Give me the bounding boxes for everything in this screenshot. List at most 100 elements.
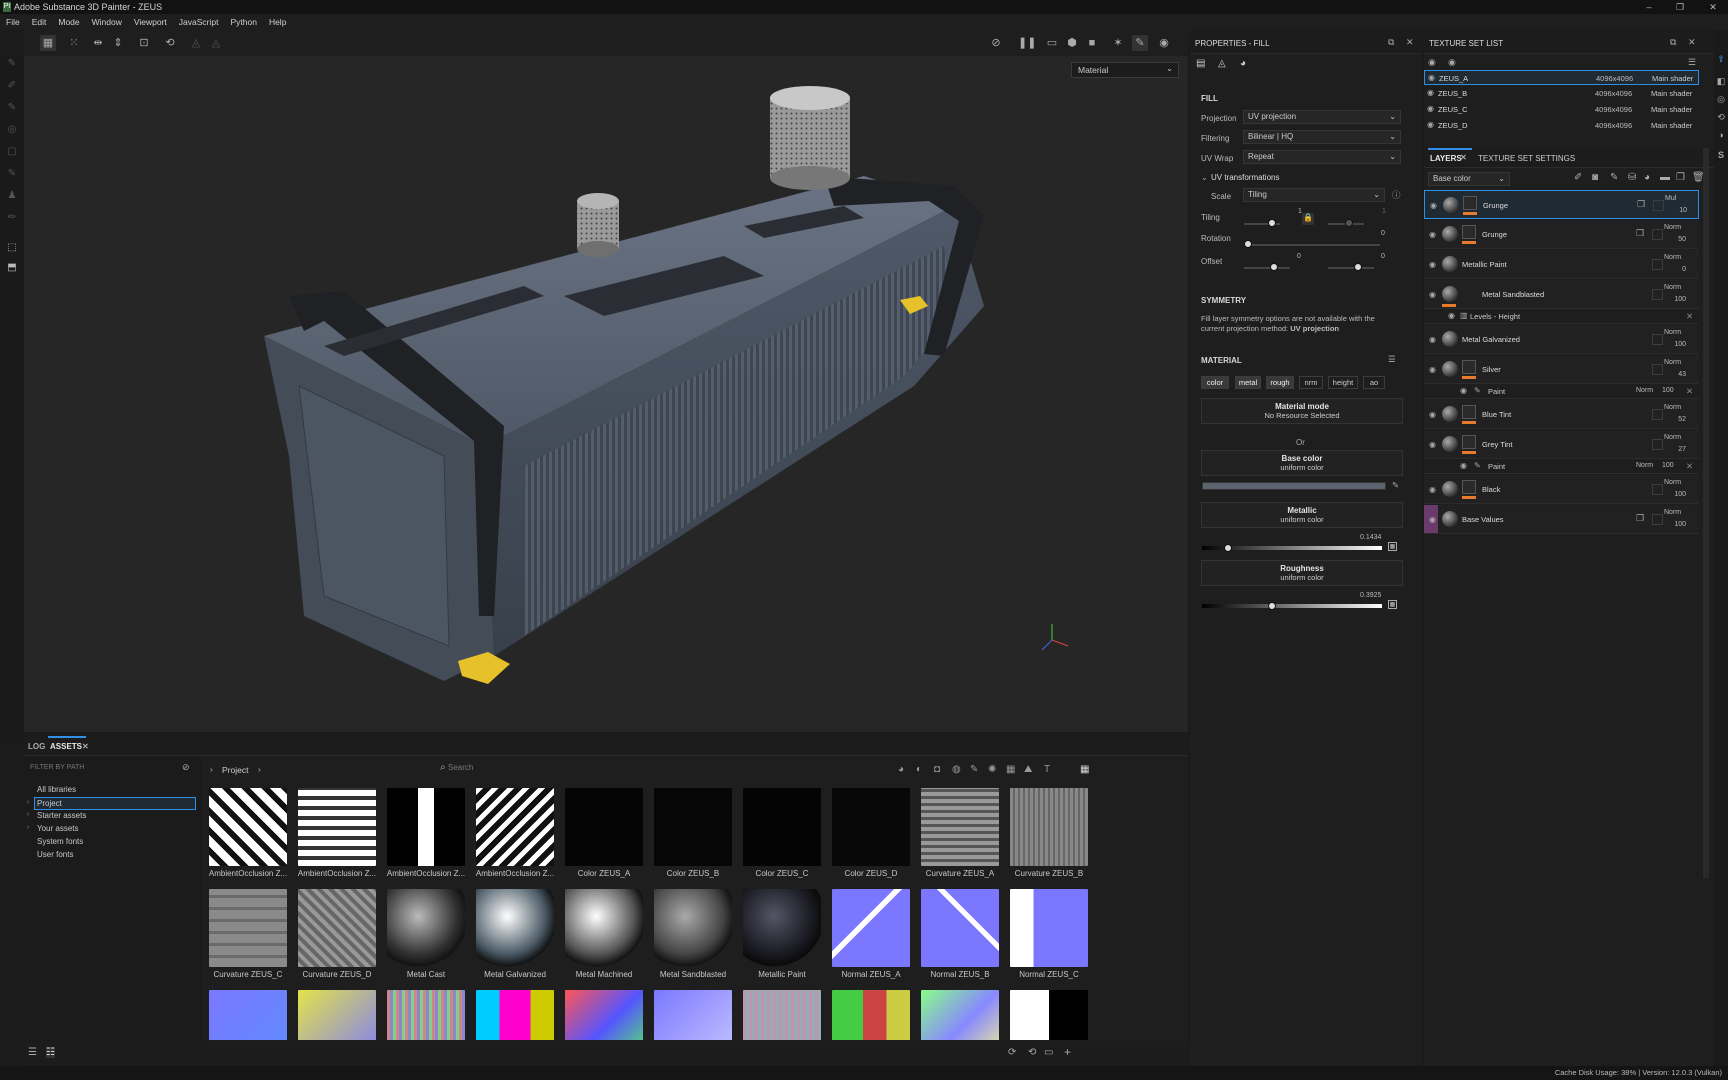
asset-thumbnail[interactable]: Color ZEUS_A [564,788,644,878]
visibility-icon[interactable]: ◉ [1460,386,1467,395]
visibility-icon[interactable]: ◉ [1429,485,1436,494]
asset-thumbnail[interactable]: Color ZEUS_B [653,788,733,878]
layer-blend-mode[interactable]: Norm [1664,329,1681,336]
close-icon[interactable]: ✕ [1686,386,1693,397]
metallic-knob[interactable] [1224,544,1232,552]
chevron-right-icon[interactable]: › [27,811,29,818]
chevron-right-icon[interactable]: › [27,824,29,831]
layers-scrollbar[interactable] [1703,148,1709,878]
visibility-icon[interactable]: ◉ [1429,290,1436,299]
layer-blend-mode[interactable]: Norm [1664,254,1681,261]
asset-thumbnail[interactable]: AmbientOcclusion Z... [475,788,555,878]
layer-channel-toggle[interactable] [1652,514,1663,525]
layer-opacity[interactable]: 50 [1668,236,1686,243]
library-project[interactable]: Project [34,797,196,810]
history-icon[interactable]: ⟲ [162,35,178,51]
layer-row[interactable]: ◉ Grey Tint Norm 27 [1424,430,1699,459]
camera-icon[interactable]: ■ [1084,35,1100,51]
filtering-dropdown[interactable]: Bilinear | HQ ⌄ [1243,130,1401,144]
menu-edit[interactable]: Edit [26,14,53,27]
asset-thumbnail[interactable] [386,990,466,1040]
color-picker-icon[interactable]: ⬒ [4,262,20,278]
layer-channel-toggle[interactable] [1652,334,1663,345]
roughness-knob[interactable] [1268,602,1276,610]
lock-icon[interactable]: 🔒 [1302,213,1314,225]
chevron-right-icon[interactable]: › [210,764,213,774]
layer-row[interactable]: ◉ Silver Norm 43 [1424,355,1699,384]
uv-transformations-toggle[interactable]: UV transformations [1211,173,1279,182]
filter-environments-icon[interactable]: ⛰ [1024,764,1032,775]
asset-thumbnail[interactable]: Metal Galvanized [475,889,555,979]
menu-file[interactable]: File [0,14,26,27]
asset-thumbnail[interactable]: Normal ZEUS_C [1009,889,1089,979]
asset-thumbnail[interactable]: Metal Machined [564,889,644,979]
asset-thumbnail[interactable] [831,990,911,1040]
layer-channel-toggle[interactable] [1652,364,1663,375]
close-tab-icon[interactable]: ✕ [82,742,89,751]
visibility-icon[interactable]: ◉ [1427,120,1434,129]
bake-options-icon[interactable]: ◬ [208,35,224,51]
sub-layer-paint[interactable]: ◉ ✎ Paint Norm 100 ✕ [1424,384,1699,399]
tiling-knob-b[interactable] [1345,219,1353,227]
menu-help[interactable]: Help [263,14,292,27]
menu-python[interactable]: Python [224,14,262,27]
hide-filter-icon[interactable]: ⊘ [182,762,190,773]
layer-blend-mode[interactable]: Norm [1664,404,1681,411]
layer-channel-toggle[interactable] [1652,289,1663,300]
tab-assets[interactable]: ASSETS [50,742,82,751]
layer-mask-thumbnail[interactable] [1463,196,1477,210]
display-mode-dropdown[interactable]: Material ⌄ [1071,62,1179,78]
layer-opacity[interactable]: 100 [1668,521,1686,528]
layer-mask-thumbnail[interactable] [1462,405,1476,419]
asset-thumbnail[interactable]: Curvature ZEUS_D [297,889,377,979]
rotation-slider[interactable] [1244,244,1380,246]
library-starter-assets[interactable]: Starter assets [37,811,86,820]
visibility-icon[interactable]: ◉ [1427,88,1434,97]
menu-javascript[interactable]: JavaScript [173,14,225,27]
add-folder-icon[interactable]: ▬ [1660,172,1670,183]
menu-icon[interactable]: ☰ [1388,354,1396,365]
offset-slider-b[interactable] [1328,267,1374,269]
texture-set-row[interactable]: ◉ ZEUS_D 4096x4096 Main shader [1424,118,1699,133]
asset-thumbnail[interactable]: Curvature ZEUS_B [1009,788,1089,878]
add-paint-layer-icon[interactable]: ✎ [1610,172,1618,183]
chip-nrm[interactable]: nrm [1299,376,1323,389]
visibility-icon[interactable]: ◉ [1429,410,1436,419]
close-icon[interactable]: ✕ [1688,37,1696,48]
layer-opacity[interactable]: 0 [1668,266,1686,273]
clone-tool-icon[interactable]: ✎ [4,168,20,184]
history-icon[interactable]: ⟲ [1715,112,1727,124]
uv-wrap-dropdown[interactable]: Repeat ⌄ [1243,150,1401,164]
layer-channel-toggle[interactable] [1652,439,1663,450]
grid-layout-icon[interactable]: ▦ [1080,764,1089,775]
hide-icon[interactable]: ⊘ [988,35,1004,51]
projection-dropdown[interactable]: UV projection ⌄ [1243,110,1401,124]
3d-viewport[interactable]: Material ⌄ [24,56,1188,732]
history-icon[interactable]: ⟲ [1028,1047,1036,1058]
layer-row[interactable]: ◉ Blue Tint Norm 52 [1424,400,1699,429]
layer-channel-toggle[interactable] [1652,484,1663,495]
symmetry-x-icon[interactable]: ⇹ [90,35,106,51]
layer-row[interactable]: ◉ Grunge ❐ Mul 10 [1424,190,1699,219]
layer-mask-thumbnail[interactable] [1462,360,1476,374]
paint-brush-icon[interactable]: ✎ [1132,35,1148,51]
layer-blend-mode[interactable]: Norm [1664,479,1681,486]
brush-tool-icon[interactable]: ✎ [4,58,20,74]
close-icon[interactable]: ✕ [1686,461,1693,472]
asset-thumbnail[interactable]: AmbientOcclusion Z... [297,788,377,878]
layer-mask-thumbnail[interactable] [1462,480,1476,494]
texture-set-row[interactable]: ◉ ZEUS_C 4096x4096 Main shader [1424,102,1699,117]
asset-thumbnail[interactable]: AmbientOcclusion Z... [208,788,288,878]
visibility-icon[interactable]: ◉ [1428,73,1435,82]
chip-color[interactable]: color [1201,376,1229,389]
asset-thumbnail[interactable]: Normal ZEUS_B [920,889,1000,979]
stamp-tool-icon[interactable]: ♟ [4,190,20,206]
visibility-icon[interactable]: ◉ [1429,365,1436,374]
visibility-icon[interactable]: ◉ [1430,201,1437,210]
library-user-fonts[interactable]: User fonts [37,850,73,859]
asset-thumbnail[interactable]: Curvature ZEUS_A [920,788,1000,878]
texture-set-row[interactable]: ◉ ZEUS_B 4096x4096 Main shader [1424,86,1699,101]
sub-layer-blend[interactable]: Norm [1636,462,1653,469]
display-settings-icon[interactable]: ◧ [1715,76,1727,88]
filter-masks-icon[interactable]: ◘ [934,764,940,775]
